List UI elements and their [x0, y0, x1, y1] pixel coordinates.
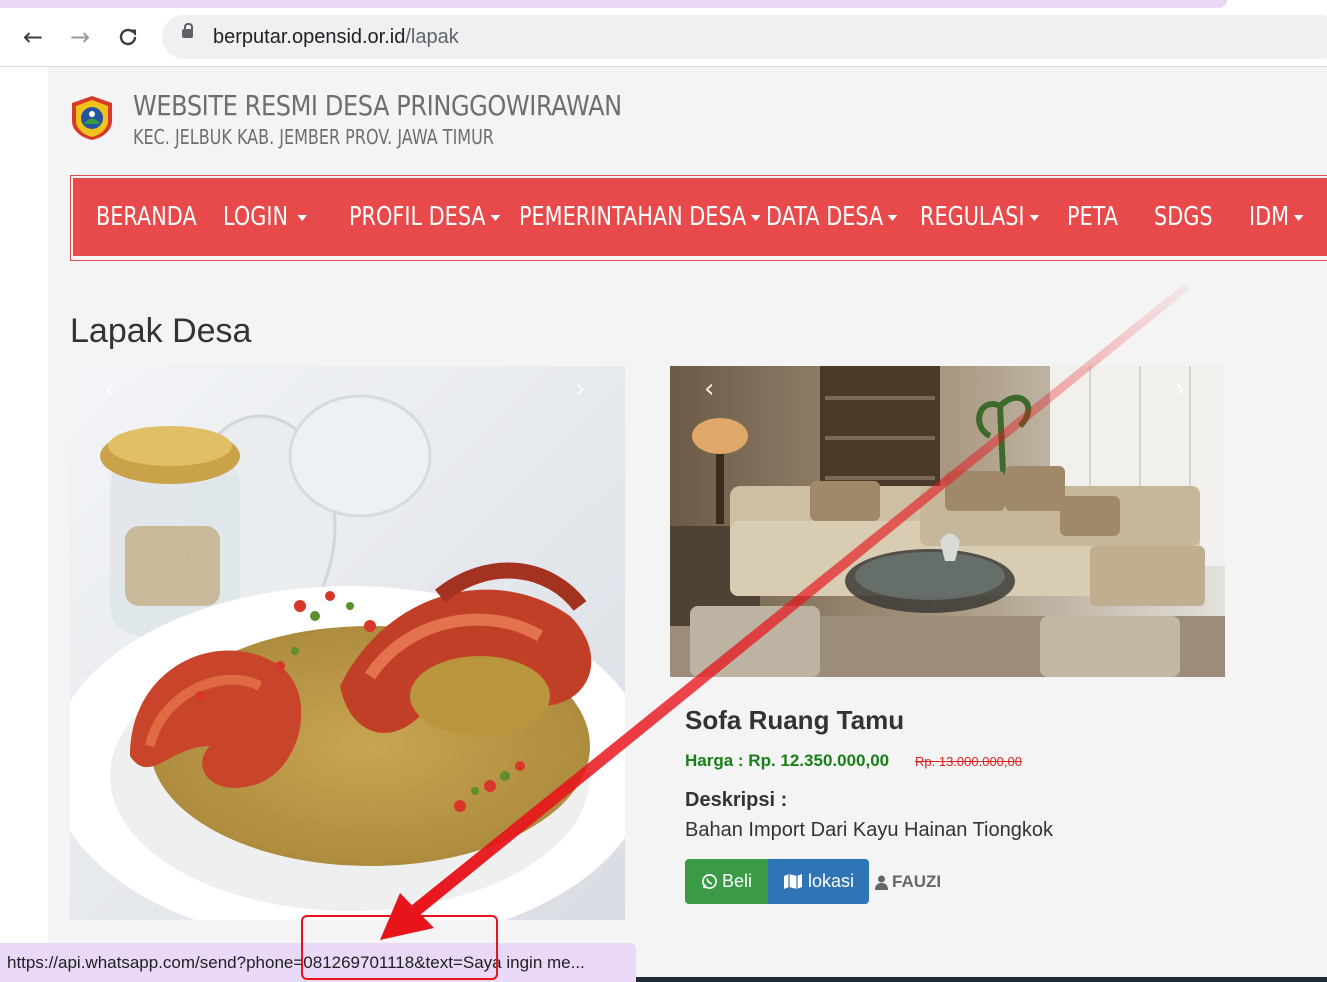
crab-dish-image: [70, 366, 625, 920]
seller-info: FAUZI: [875, 872, 941, 892]
url-domain: berputar.opensid.or.id: [213, 26, 406, 48]
whatsapp-icon: [702, 874, 717, 889]
forward-icon[interactable]: →: [63, 20, 97, 54]
browser-toolbar: ← → berputar.opensid.or.id/lapak: [0, 8, 1327, 67]
nav-label: REGULASI: [920, 202, 1025, 232]
nav-label: PETA: [1067, 202, 1119, 232]
product-name: Sofa Ruang Tamu: [685, 705, 905, 735]
chevron-right-icon[interactable]: ›: [1175, 374, 1185, 404]
nav-label: PROFIL DESA: [349, 202, 486, 232]
reload-icon[interactable]: [111, 20, 145, 54]
tab-strip: [0, 0, 1227, 8]
village-logo[interactable]: [70, 95, 114, 141]
description-text: Bahan Import Dari Kayu Hainan Tiongkok: [685, 819, 1053, 841]
buy-button-label: Beli: [721, 871, 752, 891]
seller-name: FAUZI: [892, 872, 942, 891]
caret-down-icon: [887, 214, 898, 221]
back-icon[interactable]: ←: [16, 20, 50, 54]
url-path: /lapak: [405, 26, 459, 48]
status-bar-url: https://api.whatsapp.com/send?phone=0812…: [7, 953, 585, 972]
nav-label: SDGS: [1154, 202, 1213, 232]
site-title[interactable]: WEBSITE RESMI DESA PRINGGOWIRAWAN: [133, 89, 622, 122]
product-image-carousel[interactable]: ‹ ›: [670, 366, 1225, 677]
site-subtitle: KEC. JELBUK KAB. JEMBER PROV. JAWA TIMUR: [133, 125, 494, 149]
nav-label: PEMERINTAHAN DESA: [519, 202, 747, 232]
lock-icon: [182, 23, 193, 38]
caret-down-icon: [751, 214, 761, 221]
nav-item-peta[interactable]: PETA: [1067, 202, 1118, 232]
nav-label: BERANDA: [96, 202, 197, 232]
sofa-image: [670, 366, 1225, 677]
nav-item-profil-desa[interactable]: PROFIL DESA: [349, 202, 501, 232]
page-title: Lapak Desa: [70, 312, 252, 350]
caret-down-icon: [1293, 214, 1304, 221]
chevron-left-icon[interactable]: ‹: [704, 374, 714, 404]
nav-label: DATA DESA: [766, 202, 884, 232]
description-label: Deskripsi :: [685, 789, 788, 811]
caret-down-icon: [1029, 214, 1039, 221]
nav-item-pemerintahan-desa[interactable]: PEMERINTAHAN DESA: [519, 202, 761, 232]
page-content: WEBSITE RESMI DESA PRINGGOWIRAWAN KEC. J…: [48, 67, 1327, 982]
product-price: Harga : Rp. 12.350.000,00: [685, 751, 890, 770]
nav-item-beranda[interactable]: BERANDA: [96, 202, 197, 232]
user-icon: [875, 875, 888, 890]
nav-label: IDM: [1249, 202, 1290, 232]
chevron-left-icon[interactable]: ‹: [104, 374, 114, 404]
status-bar: https://api.whatsapp.com/send?phone=0812…: [0, 943, 636, 982]
caret-down-icon: [490, 214, 501, 221]
window-bottom-edge: [636, 977, 1327, 982]
main-navbar: BERANDA LOGIN PROFIL DESA PEMERINTAHAN D…: [73, 178, 1327, 256]
product-price-old: Rp. 13.000.000,00: [915, 754, 1022, 769]
nav-item-login[interactable]: LOGIN: [223, 202, 308, 232]
chevron-right-icon[interactable]: ›: [575, 374, 585, 404]
buy-button[interactable]: Beli: [685, 859, 768, 904]
location-button-label: lokasi: [807, 871, 855, 891]
nav-item-data-desa[interactable]: DATA DESA: [766, 202, 898, 232]
map-icon: [783, 874, 802, 889]
nav-item-idm[interactable]: IDM: [1249, 202, 1304, 232]
product-image-carousel[interactable]: ‹ ›: [70, 366, 625, 920]
nav-item-regulasi[interactable]: REGULASI: [920, 202, 1039, 232]
nav-label: LOGIN: [223, 202, 289, 232]
caret-down-icon: [297, 214, 308, 221]
location-button[interactable]: lokasi: [768, 859, 869, 904]
nav-item-sdgs[interactable]: SDGS: [1154, 202, 1213, 232]
address-bar[interactable]: berputar.opensid.or.id/lapak: [162, 15, 1327, 59]
url-text[interactable]: berputar.opensid.or.id/lapak: [213, 26, 459, 49]
